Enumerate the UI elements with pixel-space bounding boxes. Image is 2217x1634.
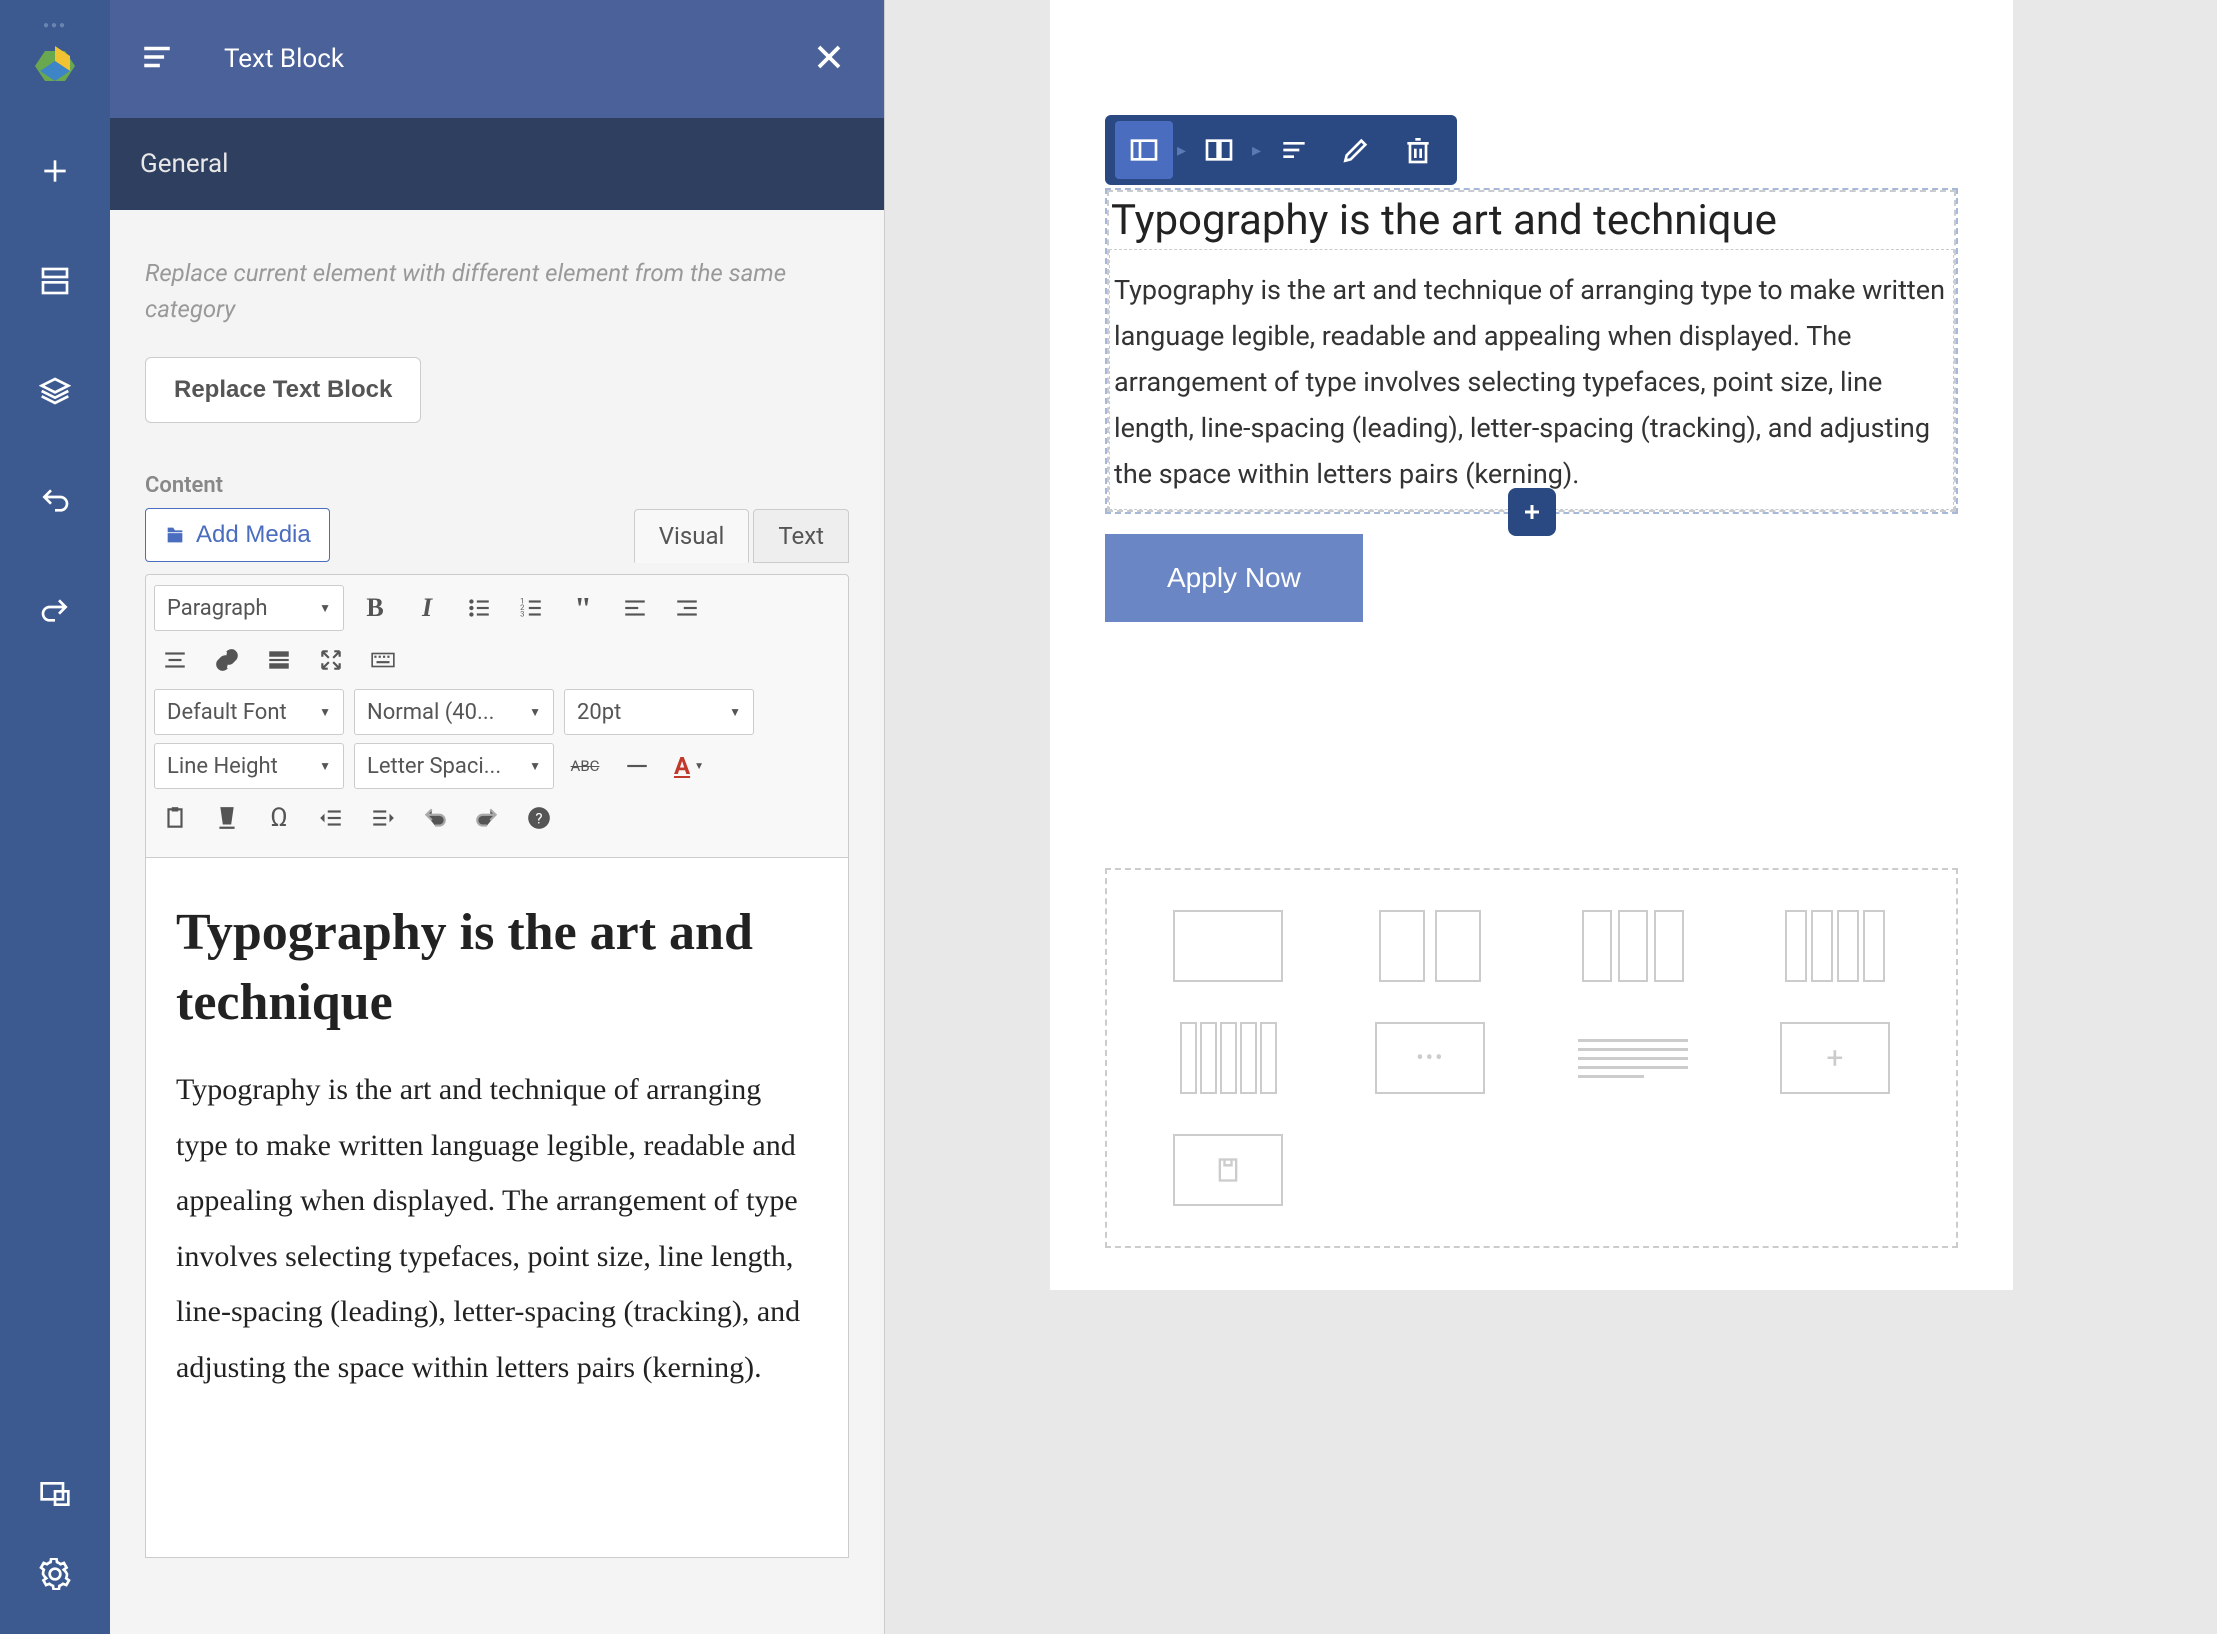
align-right-button[interactable] <box>666 587 708 629</box>
layout-2col[interactable] <box>1375 910 1485 982</box>
tab-text[interactable]: Text <box>753 509 849 563</box>
link-button[interactable] <box>206 639 248 681</box>
special-char-button[interactable]: Ω <box>258 797 300 839</box>
layout-5col[interactable] <box>1173 1022 1283 1094</box>
align-left-button[interactable] <box>614 587 656 629</box>
outdent-button[interactable] <box>310 797 352 839</box>
drag-dots: ●●● <box>43 20 67 31</box>
canvas-page: ▸ ▸ Typography is the art and technique … <box>1050 0 2013 1290</box>
add-media-label: Add Media <box>196 521 311 549</box>
layout-add[interactable]: + <box>1780 1022 1890 1094</box>
editor-heading[interactable]: Typography is the art and technique <box>176 898 818 1038</box>
paste-button[interactable] <box>154 797 196 839</box>
add-element-below-icon[interactable] <box>1508 488 1556 536</box>
content-label: Content <box>145 473 849 498</box>
panel-tabs: General <box>110 118 884 210</box>
templates-icon[interactable] <box>35 261 75 301</box>
app-logo-icon[interactable] <box>30 41 80 91</box>
letterspacing-select[interactable]: Letter Spaci...▼ <box>354 743 554 789</box>
svg-text:?: ? <box>535 809 542 827</box>
hr-button[interactable] <box>616 745 658 787</box>
format-select[interactable]: Paragraph▼ <box>154 585 344 631</box>
apply-now-button[interactable]: Apply Now <box>1105 534 1363 622</box>
responsive-icon[interactable] <box>35 1474 75 1514</box>
layout-text[interactable] <box>1578 1022 1688 1094</box>
panel-header: Text Block <box>110 0 884 118</box>
align-center-button[interactable] <box>154 639 196 681</box>
layout-template[interactable] <box>1173 1134 1283 1206</box>
media-icon <box>164 524 186 546</box>
insert-row-button[interactable] <box>258 639 300 681</box>
settings-icon[interactable] <box>35 1554 75 1594</box>
left-rail: ●●● <box>0 0 110 1634</box>
editor-content[interactable]: Typography is the art and technique Typo… <box>145 858 849 1558</box>
italic-button[interactable]: I <box>406 587 448 629</box>
svg-text:3: 3 <box>520 610 524 619</box>
breadcrumb-sep: ▸ <box>1252 140 1261 161</box>
undo-icon[interactable] <box>35 481 75 521</box>
indent-button[interactable] <box>362 797 404 839</box>
numbered-list-button[interactable]: 123 <box>510 587 552 629</box>
selected-text-block[interactable]: Typography is the art and technique Typo… <box>1105 188 1958 514</box>
tab-general[interactable]: General <box>140 149 228 179</box>
layout-1col[interactable] <box>1173 910 1283 982</box>
delete-icon[interactable] <box>1389 121 1447 179</box>
help-button[interactable]: ? <box>518 797 560 839</box>
canvas-paragraph[interactable]: Typography is the art and technique of a… <box>1109 250 1954 510</box>
add-element-icon[interactable] <box>35 151 75 191</box>
text-block-icon <box>140 40 174 78</box>
breadcrumb-sep: ▸ <box>1177 140 1186 161</box>
tab-visual[interactable]: Visual <box>634 509 750 563</box>
undo-button[interactable] <box>414 797 456 839</box>
replace-text-block-button[interactable]: Replace Text Block <box>145 357 421 423</box>
hint-text: Replace current element with different e… <box>145 255 849 327</box>
close-icon[interactable] <box>814 42 844 76</box>
layout-more[interactable]: ••• <box>1375 1022 1485 1094</box>
strikethrough-button[interactable]: ABC <box>564 745 606 787</box>
keyboard-button[interactable] <box>362 639 404 681</box>
canvas: ▸ ▸ Typography is the art and technique … <box>885 0 2217 1634</box>
add-media-button[interactable]: Add Media <box>145 508 330 562</box>
size-select[interactable]: 20pt▼ <box>564 689 754 735</box>
row-icon[interactable] <box>1115 121 1173 179</box>
lineheight-select[interactable]: Line Height▼ <box>154 743 344 789</box>
canvas-heading[interactable]: Typography is the art and technique <box>1109 192 1954 250</box>
clear-format-button[interactable] <box>206 797 248 839</box>
redo-icon[interactable] <box>35 591 75 631</box>
editor-toolbar: Paragraph▼ B I 123 " Defau <box>145 574 849 858</box>
text-element-icon[interactable] <box>1265 121 1323 179</box>
weight-select[interactable]: Normal (40...▼ <box>354 689 554 735</box>
panel-title: Text Block <box>224 44 814 74</box>
text-color-button[interactable]: A▼ <box>668 745 710 787</box>
layout-4col[interactable] <box>1780 910 1890 982</box>
layers-icon[interactable] <box>35 371 75 411</box>
font-select[interactable]: Default Font▼ <box>154 689 344 735</box>
layout-picker: ••• + <box>1105 868 1958 1248</box>
bullet-list-button[interactable] <box>458 587 500 629</box>
fullscreen-button[interactable] <box>310 639 352 681</box>
layout-3col[interactable] <box>1578 910 1688 982</box>
editor-paragraph[interactable]: Typography is the art and technique of a… <box>176 1062 818 1395</box>
edit-icon[interactable] <box>1327 121 1385 179</box>
column-icon[interactable] <box>1190 121 1248 179</box>
blockquote-button[interactable]: " <box>562 587 604 629</box>
edit-panel: Text Block General Replace current eleme… <box>110 0 885 1634</box>
element-toolbar: ▸ ▸ <box>1105 115 1457 185</box>
redo-button[interactable] <box>466 797 508 839</box>
bold-button[interactable]: B <box>354 587 396 629</box>
